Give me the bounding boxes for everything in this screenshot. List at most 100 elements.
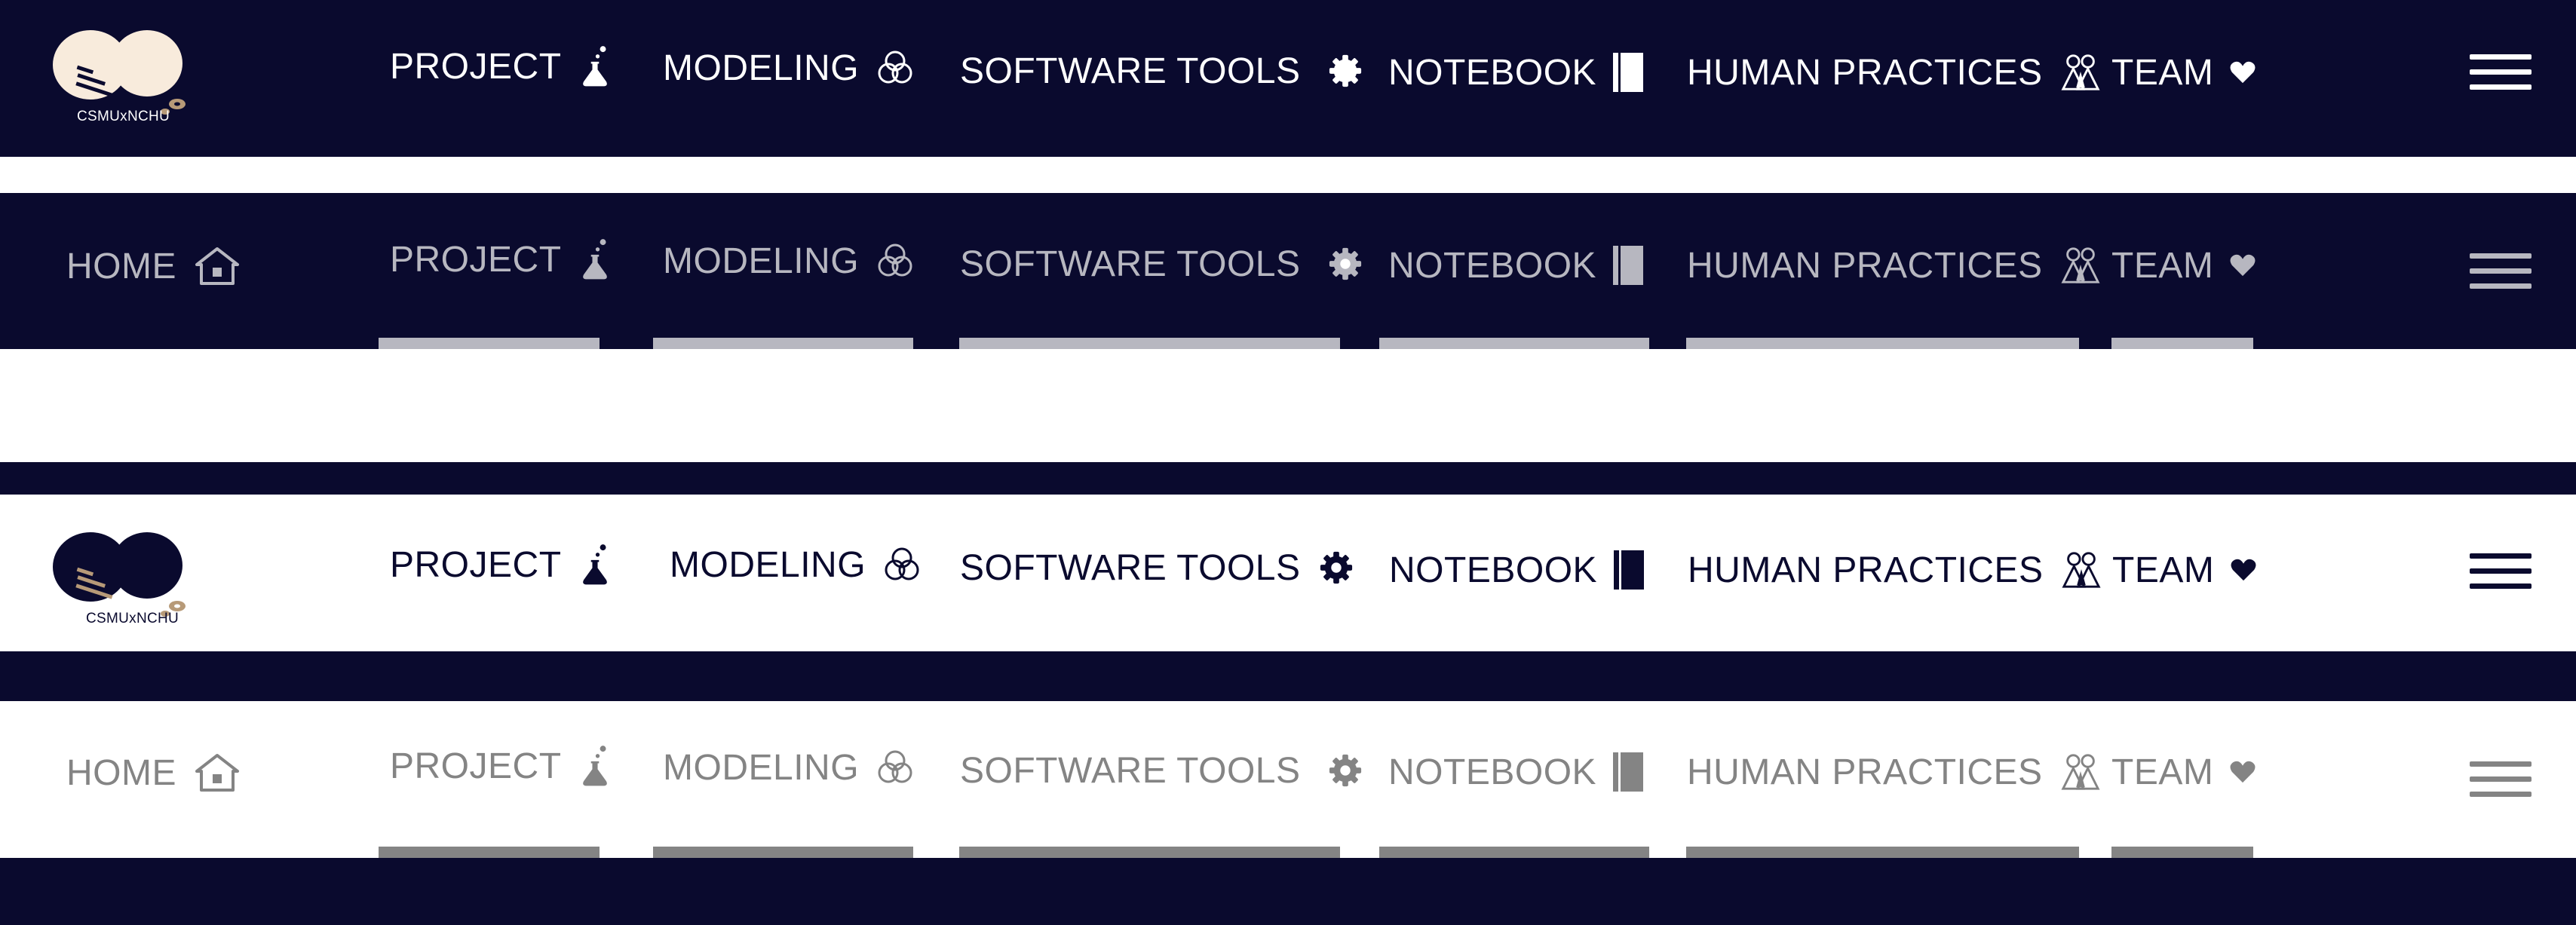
nav-label: HUMAN PRACTICES <box>1687 245 2043 286</box>
nav-underline-team <box>2111 847 2253 858</box>
nav-label: HOME <box>66 246 176 286</box>
three-circles-icon <box>882 545 922 584</box>
csmuxnchu-logo[interactable]: CSMUxNCHU <box>53 522 204 635</box>
house-icon <box>195 753 240 792</box>
nav-item-software-tools[interactable]: SOFTWARE TOOLS <box>960 538 1354 598</box>
nav-item-home[interactable]: HOME <box>66 236 240 296</box>
logo-text: CSMUxNCHU <box>86 611 179 626</box>
nav-label: PROJECT <box>390 544 562 585</box>
notebook-icon <box>1613 752 1643 792</box>
nav-underline-software-tools <box>959 338 1340 349</box>
heart-icon <box>2230 761 2256 783</box>
people-icon <box>2059 53 2102 92</box>
flask-icon <box>578 544 612 586</box>
notebook-icon <box>1613 246 1643 285</box>
flask-icon <box>578 238 612 280</box>
nav-label: HOME <box>66 752 176 793</box>
nav-underline-modeling <box>653 338 913 349</box>
nav-item-notebook[interactable]: NOTEBOOK <box>1389 540 1644 600</box>
nav-item-project[interactable]: PROJECT <box>390 36 612 96</box>
nav-underline-project <box>379 338 600 349</box>
nav-item-human-practices[interactable]: HUMAN PRACTICES <box>1687 42 2102 103</box>
nav-underline-modeling <box>653 847 913 858</box>
three-circles-icon <box>876 48 915 87</box>
hamburger-menu-icon[interactable] <box>2470 553 2532 590</box>
navbar-light-logo: CSMUxNCHU PROJECT MODELING SOFTWARE TOOL… <box>0 495 2576 651</box>
people-icon <box>2060 550 2102 590</box>
notebook-icon <box>1614 550 1644 590</box>
flask-icon <box>578 45 612 87</box>
nav-label: TEAM <box>2112 550 2215 590</box>
nav-item-notebook[interactable]: NOTEBOOK <box>1388 42 1643 103</box>
nav-underline-human-practices <box>1686 847 2079 858</box>
nav-underline-software-tools <box>959 847 1340 858</box>
nav-label: NOTEBOOK <box>1388 245 1597 286</box>
gear-icon <box>1328 753 1363 788</box>
nav-item-notebook[interactable]: NOTEBOOK <box>1388 742 1643 802</box>
people-icon <box>2059 752 2102 792</box>
gear-icon <box>1328 54 1363 88</box>
nav-underline-team <box>2111 338 2253 349</box>
nav-item-human-practices[interactable]: HUMAN PRACTICES <box>1687 742 2102 802</box>
nav-item-modeling[interactable]: MODELING <box>663 231 915 291</box>
nav-label: MODELING <box>670 544 866 585</box>
nav-item-home[interactable]: HOME <box>66 743 240 803</box>
nav-underline-project <box>379 847 600 858</box>
nav-label: MODELING <box>663 47 860 88</box>
nav-label: HUMAN PRACTICES <box>1688 550 2044 590</box>
navy-strip <box>0 858 2576 925</box>
heart-icon <box>2231 559 2256 581</box>
nav-label: PROJECT <box>390 746 562 786</box>
nav-label: PROJECT <box>390 46 562 87</box>
hamburger-menu-icon[interactable] <box>2470 761 2532 798</box>
nav-underline-notebook <box>1379 847 1649 858</box>
nav-item-modeling[interactable]: MODELING <box>670 534 922 595</box>
navbar-light-home: HOME PROJECT MODELING SOFTWARE TOOLS NOT… <box>0 701 2576 858</box>
nav-label: SOFTWARE TOOLS <box>960 51 1301 91</box>
gear-icon <box>1328 247 1363 281</box>
nav-label: NOTEBOOK <box>1388 52 1597 93</box>
nav-item-team[interactable]: TEAM <box>2111 42 2256 103</box>
hamburger-menu-icon[interactable] <box>2470 253 2532 289</box>
three-circles-icon <box>876 241 915 280</box>
nav-item-team[interactable]: TEAM <box>2111 742 2256 802</box>
white-strip <box>0 157 2576 193</box>
nav-item-team[interactable]: TEAM <box>2111 235 2256 296</box>
navbar-dark-home: HOME PROJECT MODELING SOFTWARE TOOLS NOT… <box>0 193 2576 349</box>
nav-item-software-tools[interactable]: SOFTWARE TOOLS <box>960 740 1363 801</box>
csmuxnchu-logo[interactable]: CSMUxNCHU <box>53 20 204 133</box>
nav-item-human-practices[interactable]: HUMAN PRACTICES <box>1688 540 2102 600</box>
nav-item-project[interactable]: PROJECT <box>390 736 612 796</box>
nav-label: HUMAN PRACTICES <box>1687 52 2043 93</box>
navy-strip <box>0 651 2576 701</box>
notebook-icon <box>1613 53 1643 92</box>
nav-label: PROJECT <box>390 239 562 280</box>
nav-label: HUMAN PRACTICES <box>1687 752 2043 792</box>
nav-item-software-tools[interactable]: SOFTWARE TOOLS <box>960 41 1363 101</box>
people-icon <box>2059 246 2102 285</box>
logo-text: CSMUxNCHU <box>77 109 170 124</box>
heart-icon <box>2230 61 2256 84</box>
hamburger-menu-icon[interactable] <box>2470 54 2532 90</box>
nav-item-software-tools[interactable]: SOFTWARE TOOLS <box>960 234 1363 294</box>
nav-item-modeling[interactable]: MODELING <box>663 38 915 98</box>
nav-label: NOTEBOOK <box>1388 752 1597 792</box>
house-icon <box>195 247 240 286</box>
nav-label: MODELING <box>663 747 860 788</box>
nav-item-project[interactable]: PROJECT <box>390 229 612 289</box>
flask-icon <box>578 745 612 787</box>
white-strip <box>0 349 2576 462</box>
nav-item-human-practices[interactable]: HUMAN PRACTICES <box>1687 235 2102 296</box>
nav-item-notebook[interactable]: NOTEBOOK <box>1388 235 1643 296</box>
nav-label: SOFTWARE TOOLS <box>960 547 1301 588</box>
nav-item-project[interactable]: PROJECT <box>390 534 612 595</box>
nav-underline-human-practices <box>1686 338 2079 349</box>
navbar-dark-logo: CSMUxNCHU PROJECT MODELING SOFTWARE TOOL… <box>0 0 2576 157</box>
nav-item-team[interactable]: TEAM <box>2112 540 2256 600</box>
nav-underline-notebook <box>1379 338 1649 349</box>
nav-label: SOFTWARE TOOLS <box>960 750 1301 791</box>
nav-label: TEAM <box>2111 752 2214 792</box>
nav-label: TEAM <box>2111 52 2214 93</box>
three-circles-icon <box>876 748 915 787</box>
nav-item-modeling[interactable]: MODELING <box>663 737 915 798</box>
